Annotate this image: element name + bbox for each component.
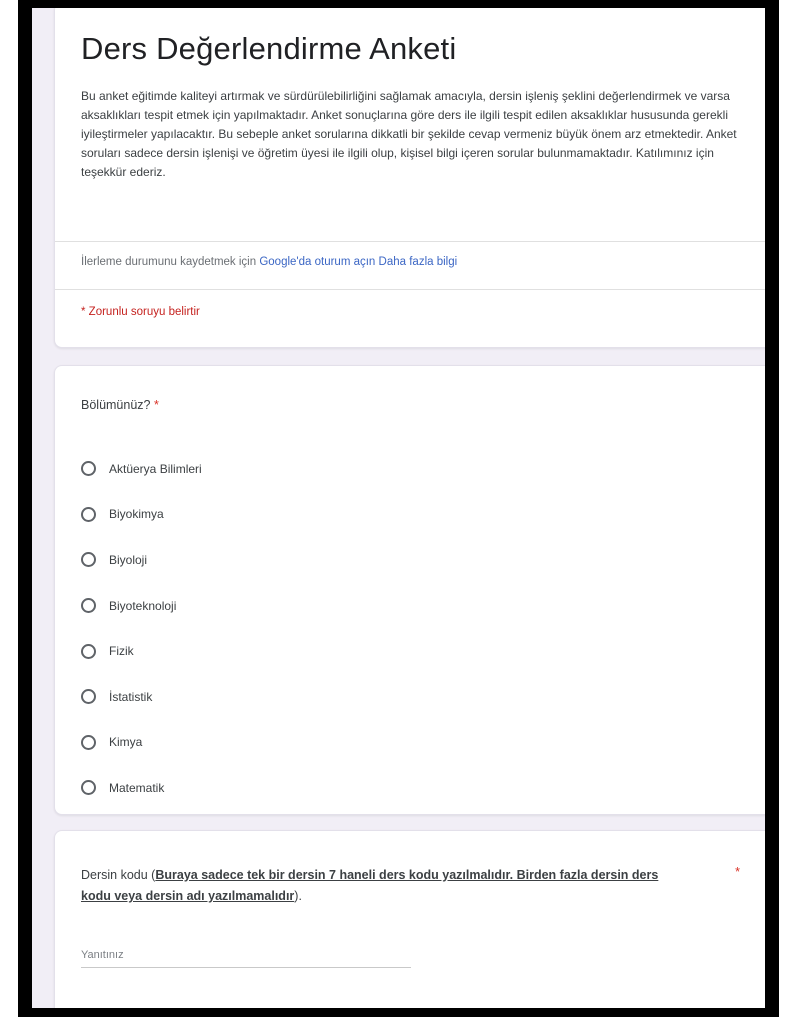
signin-notice: İlerleme durumunu kaydetmek için Google'… — [81, 256, 457, 268]
radio-option[interactable]: Kimya — [81, 720, 202, 766]
radio-option-label: Aktüerya Bilimleri — [109, 461, 202, 476]
radio-circle-icon[interactable] — [81, 734, 96, 750]
radio-circle-icon[interactable] — [81, 780, 96, 796]
form-header-card: Ders Değerlendirme Anketi Bu anket eğiti… — [54, 8, 765, 348]
question-label-end: ). — [294, 889, 302, 903]
required-asterisk: * — [153, 398, 159, 412]
radio-circle-icon[interactable] — [81, 689, 96, 705]
radio-option-label: Matematik — [109, 780, 165, 795]
radio-circle-icon[interactable] — [81, 598, 96, 614]
radio-option-label: İstatistik — [109, 689, 153, 704]
question-course-code-card: Dersin kodu (Buraya sadece tek bir dersi… — [54, 830, 765, 1008]
radio-circle-icon[interactable] — [81, 552, 96, 568]
form-description: Bu anket eğitimde kaliteyi artırmak ve s… — [81, 89, 737, 179]
signin-text: İlerleme durumunu kaydetmek için — [81, 256, 260, 268]
question-label: Bölümünüz? — [81, 398, 151, 412]
department-options: Aktüerya Bilimleri Biyokimya Biyoloji Biyot… — [81, 446, 202, 811]
form-viewport: Ders Değerlendirme Anketi Bu anket eğiti… — [32, 8, 765, 1008]
radio-circle-icon[interactable] — [81, 506, 96, 522]
radio-option-label: Kimya — [109, 735, 143, 750]
radio-option[interactable]: İstatistik — [81, 674, 202, 720]
radio-option[interactable]: Biyoloji — [81, 537, 202, 583]
more-info-link[interactable]: Daha fazla bilgi — [379, 256, 458, 268]
question-course-code-title: Dersin kodu (Buraya sadece tek bir dersi… — [81, 865, 681, 907]
radio-option-label: Biyoteknoloji — [109, 598, 177, 613]
radio-option-label: Biyokimya — [109, 507, 164, 522]
question-department-title: Bölümünüz? * — [81, 398, 159, 412]
radio-option-label: Biyoloji — [109, 552, 148, 567]
radio-circle-icon[interactable] — [81, 461, 96, 477]
question-label-start: Dersin kodu ( — [81, 868, 156, 882]
radio-option[interactable]: Biyokimya — [81, 492, 202, 538]
signin-link[interactable]: Google'da oturum açın — [259, 256, 375, 268]
required-asterisk: * — [735, 865, 740, 879]
required-note: * Zorunlu soruyu belirtir — [81, 306, 200, 318]
radio-option[interactable]: Aktüerya Bilimleri — [81, 446, 202, 492]
radio-option[interactable]: Fizik — [81, 628, 202, 674]
question-label-emphasis: Buraya sadece tek bir dersin 7 haneli de… — [81, 868, 659, 903]
screenshot-frame: Ders Değerlendirme Anketi Bu anket eğiti… — [18, 0, 779, 1017]
course-code-input[interactable] — [81, 949, 411, 968]
form-title: Ders Değerlendirme Anketi — [81, 31, 457, 66]
radio-circle-icon[interactable] — [81, 643, 96, 659]
divider — [55, 241, 765, 242]
question-department-card: Bölümünüz? * Aktüerya Bilimleri Biyokimya… — [54, 365, 765, 815]
radio-option[interactable]: Matematik — [81, 765, 202, 811]
radio-option[interactable]: Biyoteknoloji — [81, 583, 202, 629]
divider — [55, 289, 765, 290]
radio-option-label: Fizik — [109, 644, 134, 659]
